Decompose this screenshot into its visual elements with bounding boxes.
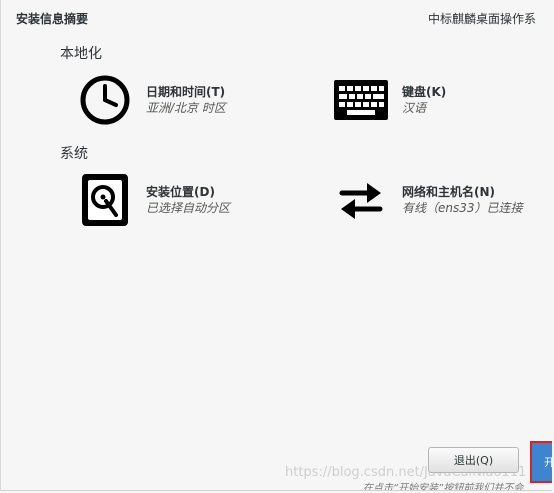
clock-icon [77, 72, 133, 128]
page-title: 安装信息摘要 [16, 12, 89, 26]
spoke-datetime-name: 日期和时间(T) [146, 85, 226, 99]
hard-disk-icon [77, 172, 133, 228]
network-arrows-icon [333, 172, 389, 228]
spoke-datetime[interactable]: 日期和时间(T) 亚洲/北京 时区 [77, 72, 226, 128]
section-title-localization: 本地化 [60, 46, 102, 62]
spoke-network-status: 有线（ens33）已连接 [402, 201, 523, 215]
spoke-keyboard-status: 汉语 [402, 101, 427, 115]
spoke-install-destination[interactable]: 安装位置(D) 已选择自动分区 [77, 172, 230, 228]
installation-summary-window: 安装信息摘要 中标麒麟桌面操作系 本地化 日期和时间(T) 亚洲/北京 时区 键… [0, 0, 552, 491]
spoke-destination-status: 已选择自动分区 [146, 201, 231, 215]
footer-hint-text: 在点击“开始安装”按钮前我们并不会 [363, 483, 524, 491]
spoke-destination-name: 安装位置(D) [146, 185, 215, 199]
product-name: 中标麒麟桌面操作系 [428, 12, 537, 26]
spoke-network[interactable]: 网络和主机名(N) 有线（ens33）已连接 [333, 172, 523, 228]
keyboard-icon [333, 72, 389, 128]
begin-installation-button[interactable]: 开始安装(B) [530, 441, 552, 483]
quit-button[interactable]: 退出(Q) [428, 447, 519, 473]
section-title-system: 系统 [60, 146, 88, 162]
spoke-keyboard-name: 键盘(K) [402, 85, 447, 99]
spoke-keyboard[interactable]: 键盘(K) 汉语 [333, 72, 446, 128]
spoke-datetime-status: 亚洲/北京 时区 [146, 101, 226, 115]
spoke-network-name: 网络和主机名(N) [402, 185, 496, 199]
